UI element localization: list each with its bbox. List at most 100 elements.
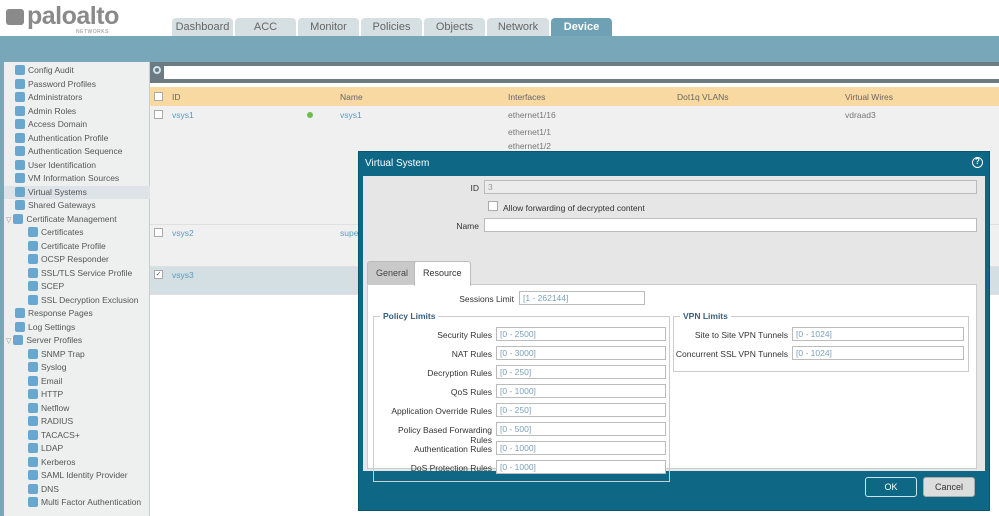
row-name: supe	[340, 228, 359, 238]
dos-rules-input[interactable]: [0 - 1000]	[496, 460, 666, 474]
tab-objects[interactable]: Objects	[424, 18, 485, 36]
sidebar-item-icon	[28, 348, 38, 359]
security-rules-input[interactable]: [0 - 2500]	[496, 327, 666, 341]
sidebar-item[interactable]: RADIUS	[4, 415, 73, 428]
sidebar-item-icon	[15, 132, 25, 143]
site-to-site-vpn-input[interactable]: [0 - 1024]	[792, 327, 964, 341]
row-checkbox[interactable]	[154, 228, 163, 237]
id-field: 3	[484, 180, 977, 194]
security-rules-label: Security Rules	[437, 330, 492, 340]
sidebar-item[interactable]: SNMP Trap	[4, 348, 85, 361]
sessions-limit-input[interactable]: [1 - 262144]	[519, 291, 645, 305]
sidebar-item[interactable]: Password Profiles	[4, 78, 96, 91]
sidebar-item[interactable]: Kerberos	[4, 456, 76, 469]
sidebar-item-icon	[28, 254, 38, 264]
sidebar-item[interactable]: Multi Factor Authentication	[4, 496, 141, 509]
allow-forwarding-checkbox[interactable]	[488, 201, 498, 211]
sidebar-item[interactable]: HTTP	[4, 388, 63, 401]
sidebar-item[interactable]: ▽ Certificate Management	[4, 213, 117, 226]
tab-policies[interactable]: Policies	[361, 18, 422, 36]
sidebar-item-icon	[15, 159, 25, 170]
sidebar-item-label: Certificate Profile	[41, 240, 106, 251]
row-id[interactable]: vsys1	[172, 110, 194, 120]
sidebar-item-label: Email	[41, 375, 63, 386]
help-icon[interactable]: ?	[972, 157, 983, 168]
sidebar-item[interactable]: VM Information Sources	[4, 172, 119, 185]
sidebar-item[interactable]: Authentication Sequence	[4, 145, 123, 158]
select-all-checkbox[interactable]	[154, 92, 163, 101]
col-id[interactable]: ID	[172, 92, 181, 102]
pbf-rules-input[interactable]: [0 - 500]	[496, 422, 666, 436]
name-input[interactable]	[484, 218, 977, 232]
search-input[interactable]	[164, 66, 999, 79]
sidebar-item[interactable]: Certificates	[4, 226, 84, 239]
sidebar-item[interactable]: OCSP Responder	[4, 253, 109, 266]
ssl-vpn-input[interactable]: [0 - 1024]	[792, 346, 964, 360]
dialog-body: ID 3 Allow forwarding of decrypted conte…	[363, 176, 985, 482]
sidebar-item[interactable]: Response Pages	[4, 307, 93, 320]
sidebar-item-icon	[28, 267, 38, 278]
row-checkbox-checked[interactable]: ✓	[154, 270, 163, 279]
authentication-rules-label: Authentication Rules	[414, 444, 492, 454]
decryption-rules-input[interactable]: [0 - 250]	[496, 365, 666, 379]
sidebar-item-label: Admin Roles	[28, 105, 77, 116]
sidebar-item-label: SSL/TLS Service Profile	[41, 267, 133, 278]
tab-dashboard[interactable]: Dashboard	[172, 18, 233, 36]
tab-monitor[interactable]: Monitor	[298, 18, 359, 36]
sidebar-item[interactable]: Shared Gateways	[4, 199, 96, 212]
col-virtual-wires[interactable]: Virtual Wires	[845, 92, 893, 102]
sidebar-item-icon	[15, 186, 25, 197]
expand-icon[interactable]: ▽	[6, 335, 11, 348]
sidebar-item[interactable]: Virtual Systems	[4, 185, 150, 199]
sidebar-item[interactable]: Access Domain	[4, 118, 87, 131]
id-label: ID	[470, 183, 480, 193]
sidebar-item[interactable]: Administrators	[4, 91, 82, 104]
col-dot1q[interactable]: Dot1q VLANs	[677, 92, 729, 102]
expand-icon[interactable]: ▽	[6, 214, 11, 227]
sidebar-tree: Config Audit Password Profiles Administrat…	[4, 62, 150, 516]
sidebar-item[interactable]: Authentication Profile	[4, 132, 108, 145]
row-name: vsys1	[340, 110, 362, 120]
tab-device[interactable]: Device	[551, 18, 612, 36]
qos-rules-label: QoS Rules	[450, 387, 492, 397]
authentication-rules-input[interactable]: [0 - 1000]	[496, 441, 666, 455]
col-interfaces[interactable]: Interfaces	[508, 92, 545, 102]
sidebar-item[interactable]: SSL Decryption Exclusion	[4, 294, 138, 307]
col-name[interactable]: Name	[340, 92, 363, 102]
policy-limits-title: Policy Limits	[380, 311, 439, 321]
tab-resource[interactable]: Resource	[414, 261, 471, 286]
sidebar-item[interactable]: ▽ Server Profiles	[4, 334, 82, 347]
sidebar-item[interactable]: Config Audit	[4, 64, 74, 77]
qos-rules-input[interactable]: [0 - 1000]	[496, 384, 666, 398]
nat-rules-input[interactable]: [0 - 3000]	[496, 346, 666, 360]
sidebar-item[interactable]: Admin Roles	[4, 105, 76, 118]
sidebar-item[interactable]: SSL/TLS Service Profile	[4, 267, 132, 280]
tab-general[interactable]: General	[367, 261, 418, 285]
sidebar-item[interactable]: Certificate Profile	[4, 240, 106, 253]
sidebar-item[interactable]: Email	[4, 375, 62, 388]
sidebar-item-icon	[28, 483, 38, 494]
tab-network[interactable]: Network	[487, 18, 549, 36]
row-id[interactable]: vsys2	[172, 228, 194, 238]
paloalto-logo: paloalto NETWORKS	[6, 2, 119, 35]
tab-acc[interactable]: ACC	[235, 18, 296, 36]
sidebar-item[interactable]: TACACS+	[4, 429, 80, 442]
sidebar-item-label: DNS	[41, 483, 59, 494]
row-checkbox[interactable]	[154, 110, 163, 119]
sidebar-item[interactable]: SCEP	[4, 280, 64, 293]
sidebar-item[interactable]: Netflow	[4, 402, 69, 415]
cancel-button[interactable]: Cancel	[923, 477, 975, 497]
sidebar-item[interactable]: User Identification	[4, 159, 96, 172]
sidebar-item[interactable]: SAML Identity Provider	[4, 469, 128, 482]
sidebar-item-label: Access Domain	[28, 119, 88, 129]
sidebar-item[interactable]: DNS	[4, 483, 59, 496]
sidebar-item-label: TACACS+	[41, 429, 80, 440]
row-id[interactable]: vsys3	[172, 270, 194, 280]
sidebar-item[interactable]: Syslog	[4, 361, 67, 374]
sidebar-item[interactable]: Log Settings	[4, 321, 75, 334]
sidebar-item-icon	[28, 402, 38, 413]
app-override-rules-input[interactable]: [0 - 250]	[496, 403, 666, 417]
ok-button[interactable]: OK	[865, 477, 917, 497]
sidebar-item-icon	[28, 227, 38, 237]
sidebar-item[interactable]: LDAP	[4, 442, 63, 455]
